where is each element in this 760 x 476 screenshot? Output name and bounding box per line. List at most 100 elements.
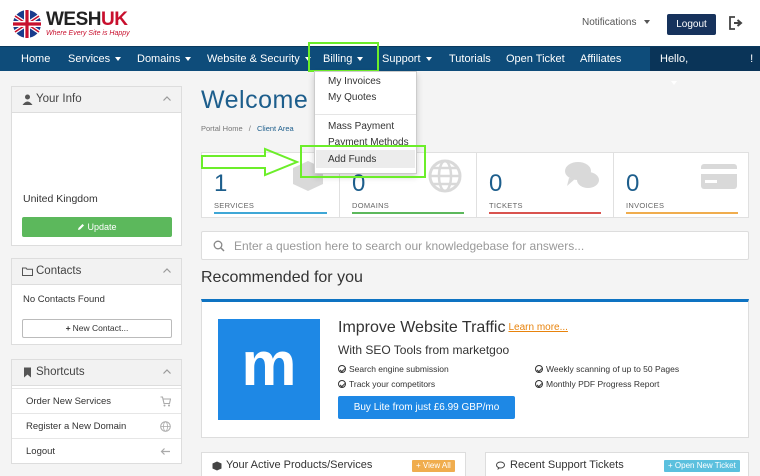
promo-subtitle: With SEO Tools from marketgoo xyxy=(338,343,510,357)
country-text: United Kingdom xyxy=(23,193,98,205)
shortcut-order-services[interactable]: Order New Services xyxy=(12,388,181,413)
menu-item-my-invoices[interactable]: My Invoices xyxy=(328,76,381,87)
check-circle-icon xyxy=(535,365,543,373)
menu-item-mass-payment[interactable]: Mass Payment xyxy=(328,121,394,132)
update-button[interactable]: Update xyxy=(22,217,172,237)
nav-affiliates[interactable]: Affiliates xyxy=(580,47,621,71)
learn-more-link[interactable]: Learn more... xyxy=(508,322,567,333)
nav-domains[interactable]: Domains xyxy=(137,47,192,71)
panel-title: Your Info xyxy=(36,93,82,105)
breadcrumb-home[interactable]: Portal Home xyxy=(201,124,243,133)
knowledgebase-search-input[interactable]: Enter a question here to search our know… xyxy=(201,231,749,260)
stat-tile-invoices[interactable]: 0 INVOICES xyxy=(613,153,750,217)
breadcrumb: Portal Home / Client Area xyxy=(201,124,294,133)
panel-title: Shortcuts xyxy=(36,366,85,378)
active-products-panel: Your Active Products/Services + View All xyxy=(201,452,466,476)
notifications-dropdown[interactable]: Notifications xyxy=(582,17,651,28)
panel-header[interactable]: Your Info xyxy=(12,87,181,113)
stat-underline xyxy=(214,212,327,214)
pencil-icon xyxy=(78,224,85,230)
stat-label: DOMAINS xyxy=(352,201,390,210)
stat-tile-tickets[interactable]: 0 TICKETS xyxy=(476,153,613,217)
union-flag-logo-icon xyxy=(13,10,41,38)
nav-support[interactable]: Support xyxy=(382,47,432,71)
site-logo[interactable]: WESHUK Where Every Site is Happy xyxy=(12,9,142,39)
shortcut-label: Logout xyxy=(26,446,56,457)
globe-icon xyxy=(160,421,171,432)
logout-button[interactable]: Logout xyxy=(667,14,716,35)
logo-tagline: Where Every Site is Happy xyxy=(46,30,130,37)
user-icon xyxy=(22,94,33,105)
menu-divider xyxy=(315,114,416,115)
chevron-down-icon xyxy=(644,20,651,25)
nav-services[interactable]: Services xyxy=(68,47,122,71)
cart-icon xyxy=(160,396,171,407)
no-contacts-text: No Contacts Found xyxy=(23,294,105,305)
promo-card: m Improve Website Traffic Learn more... W… xyxy=(201,299,749,438)
cube-icon xyxy=(212,461,222,471)
stat-underline xyxy=(489,212,601,214)
stat-underline xyxy=(626,212,738,214)
account-menu[interactable]: Hello,! xyxy=(660,47,760,86)
comments-icon xyxy=(565,162,599,188)
annotation-arrow-icon xyxy=(201,147,300,177)
panel-header[interactable]: Contacts xyxy=(12,259,181,285)
nav-website-security[interactable]: Website & Security xyxy=(207,47,311,71)
credit-card-icon xyxy=(701,164,737,189)
shortcut-label: Order New Services xyxy=(26,396,111,407)
promo-feature: Search engine submission xyxy=(338,364,449,374)
comments-icon xyxy=(496,461,505,470)
notifications-label: Notifications xyxy=(582,17,637,28)
chevron-down-icon xyxy=(671,81,677,86)
nav-open-ticket[interactable]: Open Ticket xyxy=(506,47,565,71)
check-circle-icon xyxy=(338,365,346,373)
new-contact-button[interactable]: + New Contact... xyxy=(22,319,172,338)
shortcut-logout[interactable]: Logout xyxy=(12,438,181,463)
breadcrumb-current: Client Area xyxy=(256,124,294,133)
stat-label: INVOICES xyxy=(626,201,665,210)
search-icon xyxy=(213,240,225,252)
plus-icon: + xyxy=(65,323,71,333)
promo-feature: Weekly scanning of up to 50 Pages xyxy=(535,364,679,374)
view-all-button[interactable]: + View All xyxy=(412,460,455,472)
globe-icon xyxy=(428,159,462,193)
panel-title: Contacts xyxy=(36,265,82,277)
menu-item-my-quotes[interactable]: My Quotes xyxy=(328,92,376,103)
shortcut-register-domain[interactable]: Register a New Domain xyxy=(12,413,181,438)
folder-icon xyxy=(22,267,33,276)
contacts-panel: Contacts No Contacts Found + New Contact.… xyxy=(11,258,182,345)
your-info-panel: Your Info United Kingdom Update xyxy=(11,86,182,246)
bookmark-icon xyxy=(24,367,31,378)
chevron-up-icon[interactable] xyxy=(163,96,171,101)
shortcut-label: Register a New Domain xyxy=(26,421,127,432)
open-new-ticket-button[interactable]: + Open New Ticket xyxy=(664,460,740,472)
breadcrumb-separator: / xyxy=(248,124,251,133)
recommended-heading: Recommended for you xyxy=(201,269,363,286)
chevron-up-icon[interactable] xyxy=(163,268,171,273)
arrow-left-icon xyxy=(160,448,170,455)
chevron-down-icon xyxy=(185,57,192,62)
nav-home[interactable]: Home xyxy=(21,47,50,71)
nav-tutorials[interactable]: Tutorials xyxy=(449,47,491,71)
panel-header[interactable]: Shortcuts xyxy=(12,360,181,386)
promo-feature: Track your competitors xyxy=(338,379,435,389)
chevron-down-icon xyxy=(425,57,432,62)
buy-lite-button[interactable]: Buy Lite from just £6.99 GBP/mo xyxy=(338,396,515,419)
chevron-down-icon xyxy=(115,57,122,62)
top-header: WESHUK Where Every Site is Happy Notific… xyxy=(0,0,760,46)
billing-highlight-box xyxy=(308,42,379,72)
panel-title: Your Active Products/Services xyxy=(226,459,373,471)
logo-letter: m xyxy=(241,330,297,399)
chevron-up-icon[interactable] xyxy=(163,369,171,374)
stat-underline xyxy=(352,212,464,214)
promo-feature: Monthly PDF Progress Report xyxy=(535,379,659,389)
promo-title: Improve Website Traffic Learn more... xyxy=(338,319,568,336)
sign-out-icon[interactable] xyxy=(729,16,743,30)
support-tickets-panel: Recent Support Tickets + Open New Ticket xyxy=(485,452,749,476)
stat-value: 0 xyxy=(626,170,640,197)
panel-title: Recent Support Tickets xyxy=(510,459,624,471)
marketgoo-logo: m xyxy=(218,319,320,420)
page-title: Welcome xyxy=(201,86,309,114)
main-nav: Home Services Domains Website & Security… xyxy=(0,46,760,86)
check-circle-icon xyxy=(535,380,543,388)
